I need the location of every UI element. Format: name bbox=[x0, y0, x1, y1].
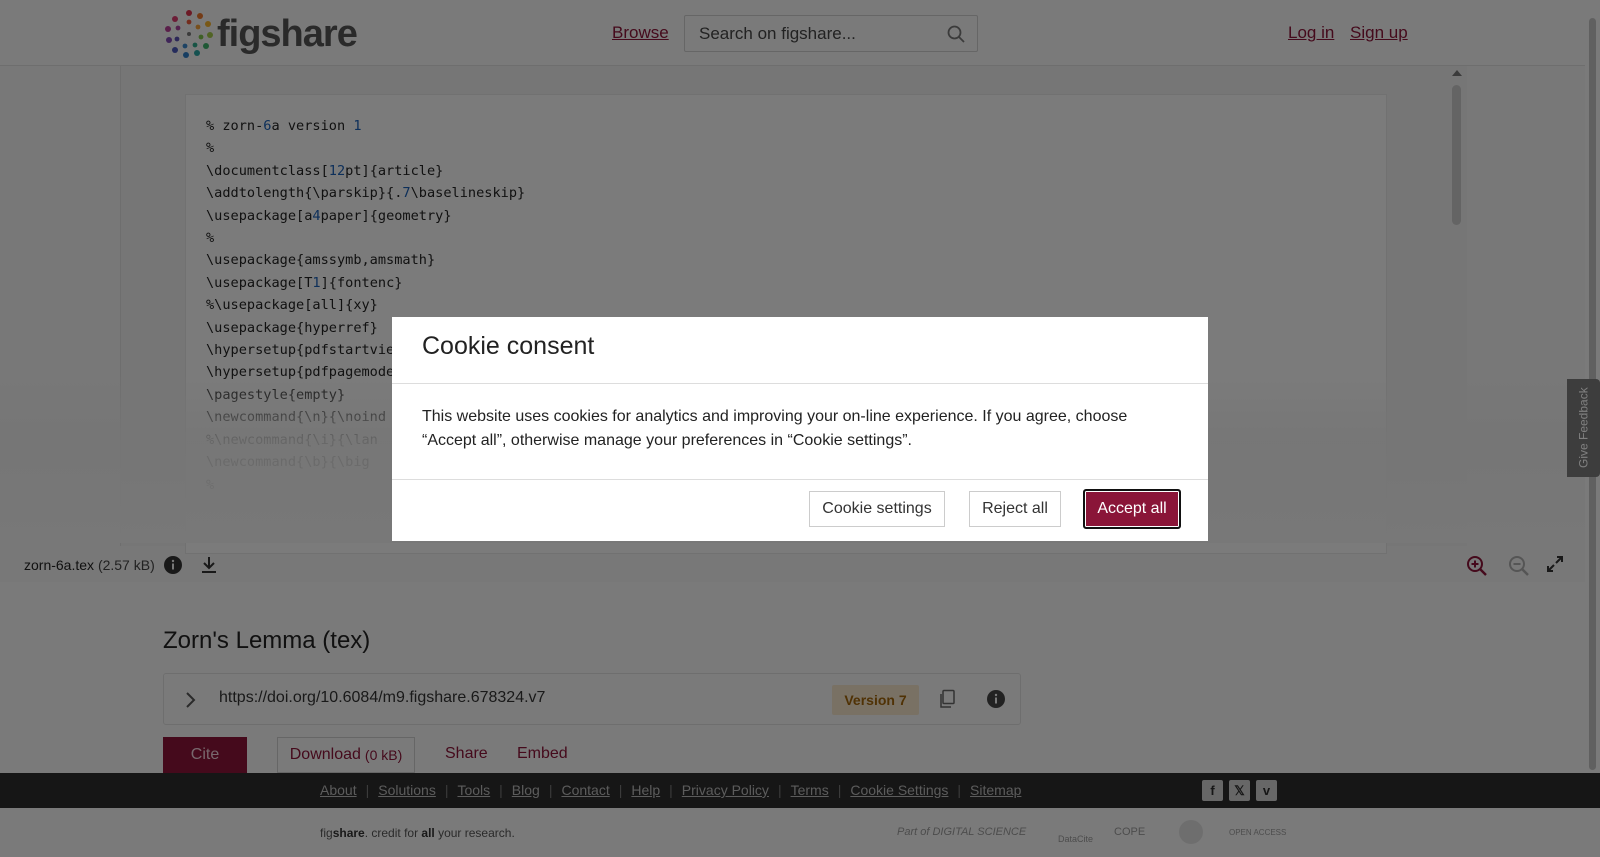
dialog-footer: Cookie settings Reject all Accept all bbox=[392, 480, 1208, 540]
reject-all-button[interactable]: Reject all bbox=[969, 491, 1061, 527]
dialog-title: Cookie consent bbox=[422, 332, 595, 360]
cookie-consent-dialog: Cookie consent This website uses cookies… bbox=[392, 317, 1208, 541]
dialog-message: This website uses cookies for analytics … bbox=[392, 384, 1208, 480]
cookie-settings-button[interactable]: Cookie settings bbox=[809, 491, 945, 527]
accept-all-button[interactable]: Accept all bbox=[1083, 489, 1181, 529]
dialog-header: Cookie consent bbox=[392, 317, 1208, 384]
